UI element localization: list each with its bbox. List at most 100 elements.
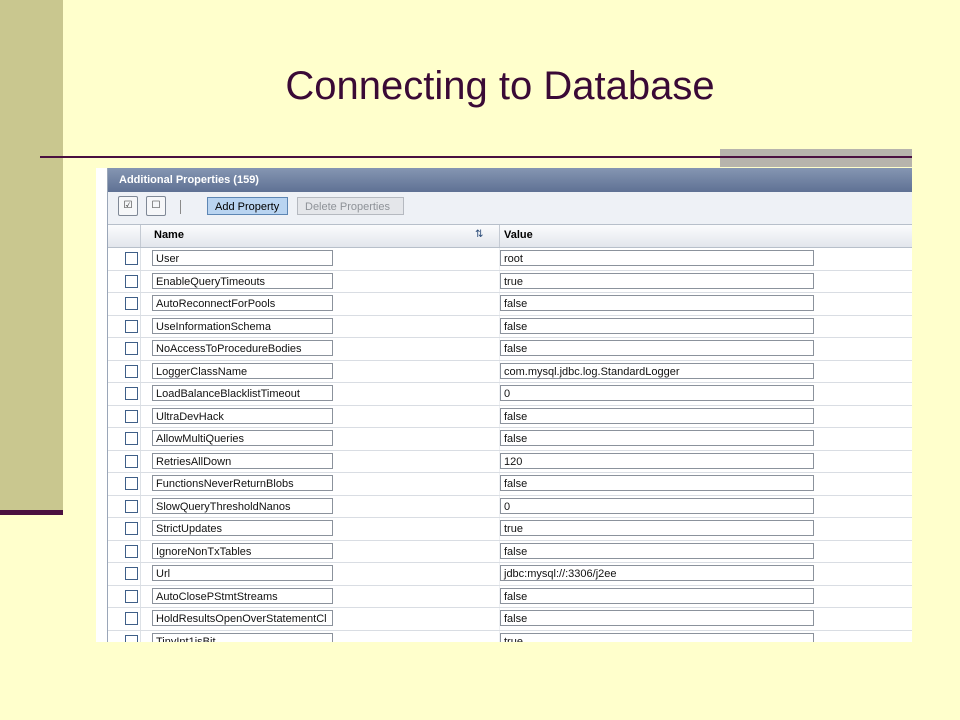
property-name-field[interactable]: AllowMultiQueries [152,430,333,446]
cell-divider [140,540,141,562]
table-body: User root EnableQueryTimeouts true AutoRecon… [108,248,912,642]
row-checkbox[interactable] [125,274,138,288]
row-checkbox[interactable] [125,634,138,642]
property-name-field[interactable]: EnableQueryTimeouts [152,272,333,289]
cell-divider [140,585,141,607]
property-value-field[interactable]: jdbc:mysql://:3306/j2ee [500,565,814,581]
row-checkbox[interactable] [125,252,138,265]
property-name-field[interactable]: LoggerClassName [152,362,333,379]
cell-divider [140,563,141,585]
property-value-field[interactable]: root [500,250,814,266]
table-row: User root [108,248,912,271]
screenshot-margin [96,168,107,642]
property-name-field[interactable]: UltraDevHack [152,407,333,424]
properties-panel: Additional Properties (159) ☑ ☐ Add Prop… [107,168,912,642]
cell-divider [140,383,141,405]
property-name-field[interactable]: StrictUpdates [152,520,333,536]
left-bar-accent [0,510,63,515]
cell-divider [140,608,141,630]
add-property-button[interactable]: Add Property [207,197,288,215]
cell-divider [140,495,141,517]
property-value-field[interactable]: true [500,520,814,536]
property-value-field[interactable]: false [500,295,814,311]
toolbar-separator [180,200,181,214]
row-checkbox[interactable] [125,544,138,558]
cell-divider [140,405,141,427]
table-row: HoldResultsOpenOverStatementCl false [108,608,912,631]
delete-properties-button[interactable]: Delete Properties [297,197,404,215]
property-name-field[interactable]: IgnoreNonTxTables [152,542,333,559]
table-row: UseInformationSchema false [108,315,912,338]
row-checkbox[interactable] [125,477,138,490]
property-value-field[interactable]: false [500,542,814,559]
property-value-field[interactable]: false [500,587,814,604]
property-name-field[interactable]: LoadBalanceBlacklistTimeout [152,385,333,401]
property-value-field[interactable]: false [500,340,814,356]
table-row: AutoReconnectForPools false [108,293,912,316]
property-value-field[interactable]: true [500,632,814,642]
property-value-field[interactable]: 0 [500,385,814,401]
row-checkbox[interactable] [125,589,138,603]
cell-divider [140,270,141,292]
row-checkbox[interactable] [125,612,138,625]
property-value-field[interactable]: false [500,430,814,446]
row-checkbox[interactable] [125,567,138,580]
row-checkbox[interactable] [125,364,138,378]
row-checkbox[interactable] [125,432,138,445]
property-name-field[interactable]: SlowQueryThresholdNanos [152,497,333,514]
title-rule-block [720,149,912,167]
property-name-field[interactable]: AutoClosePStmtStreams [152,587,333,604]
toolbar: ☑ ☐ Add Property Delete Properties [108,192,912,222]
cell-divider [140,248,141,270]
property-name-field[interactable]: RetriesAllDown [152,452,333,469]
table-row: NoAccessToProcedureBodies false [108,338,912,361]
column-divider [499,225,500,247]
property-name-field[interactable]: AutoReconnectForPools [152,295,333,311]
properties-table: Name ⇅ Value User root EnableQueryTimeouts… [108,224,912,642]
property-value-field[interactable]: true [500,272,814,289]
row-checkbox[interactable] [125,522,138,535]
table-row: RetriesAllDown 120 [108,450,912,473]
cell-divider [140,338,141,360]
property-name-field[interactable]: Url [152,565,333,581]
table-row: AutoClosePStmtStreams false [108,585,912,608]
table-row: StrictUpdates true [108,518,912,541]
property-name-field[interactable]: User [152,250,333,266]
row-checkbox[interactable] [125,454,138,468]
table-header: Name ⇅ Value [108,224,912,248]
table-row: EnableQueryTimeouts true [108,270,912,293]
row-checkbox[interactable] [125,297,138,310]
select-all-icon[interactable]: ☑ [118,196,138,216]
property-value-field[interactable]: false [500,407,814,424]
cell-divider [140,315,141,337]
property-name-field[interactable]: HoldResultsOpenOverStatementCl [152,610,333,626]
row-checkbox[interactable] [125,387,138,400]
cell-divider [140,293,141,315]
row-checkbox[interactable] [125,409,138,423]
property-name-field[interactable]: NoAccessToProcedureBodies [152,340,333,356]
header-check-column [108,225,141,247]
cell-divider [140,450,141,472]
property-value-field[interactable]: false [500,610,814,626]
slide-title: Connecting to Database [285,64,715,108]
property-value-field[interactable]: false [500,317,814,334]
property-value-field[interactable]: 0 [500,497,814,514]
row-checkbox[interactable] [125,499,138,513]
property-value-field[interactable]: com.mysql.jdbc.log.StandardLogger [500,362,814,379]
property-name-field[interactable]: FunctionsNeverReturnBlobs [152,475,333,491]
property-value-field[interactable]: false [500,475,814,491]
table-row: TinyInt1isBit true [108,630,912,642]
table-row: IgnoreNonTxTables false [108,540,912,563]
column-header-name[interactable]: Name [154,229,184,241]
sort-icon[interactable]: ⇅ [475,229,483,240]
deselect-all-icon[interactable]: ☐ [146,196,166,216]
property-value-field[interactable]: 120 [500,452,814,469]
property-name-field[interactable]: TinyInt1isBit [152,632,333,642]
column-header-value[interactable]: Value [504,229,533,241]
cell-divider [140,518,141,540]
table-row: LoggerClassName com.mysql.jdbc.log.Standa… [108,360,912,383]
row-checkbox[interactable] [125,342,138,355]
table-row: Url jdbc:mysql://:3306/j2ee [108,563,912,586]
row-checkbox[interactable] [125,319,138,333]
property-name-field[interactable]: UseInformationSchema [152,317,333,334]
